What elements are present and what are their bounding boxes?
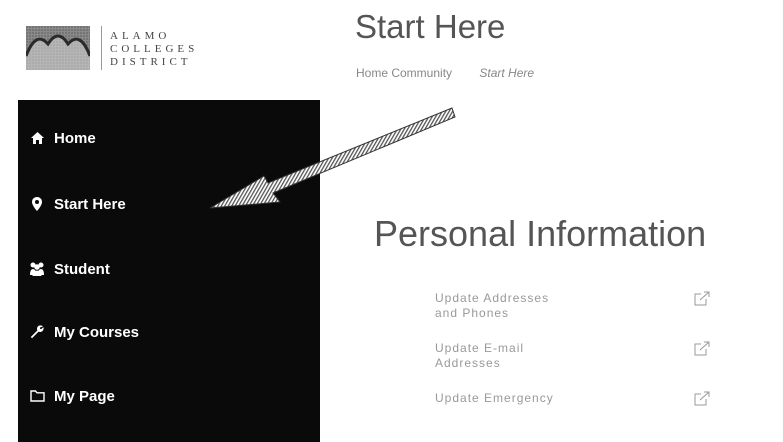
logo-divider	[101, 26, 102, 70]
update-email-link[interactable]: Update E-mail Addresses	[435, 341, 565, 371]
sidebar-item-label: My Courses	[54, 323, 140, 341]
sidebar-item-home[interactable]: Home	[18, 118, 318, 158]
logo-text: ALAMO COLLEGES DISTRICT	[110, 30, 198, 69]
sidebar-item-start-here[interactable]: Start Here	[18, 184, 318, 224]
sidebar-item-label: Home	[54, 129, 96, 147]
external-link-icon[interactable]	[693, 341, 711, 357]
sidebar-item-label: My Page	[54, 387, 115, 405]
external-link-icon[interactable]	[693, 391, 711, 407]
wrench-icon	[26, 325, 48, 339]
breadcrumb-item-start-here: Start Here	[479, 66, 535, 80]
folder-icon	[26, 390, 48, 402]
page-title: Start Here	[355, 8, 506, 45]
list-item: Update Addresses and Phones	[435, 291, 755, 341]
list-item: Update E-mail Addresses	[435, 341, 755, 391]
breadcrumb-item-home-community[interactable]: Home Community	[356, 66, 452, 80]
breadcrumb: Home Community Start Here	[356, 66, 558, 80]
logo-line-2: COLLEGES	[110, 43, 199, 55]
list-item: Update Emergency	[435, 391, 755, 441]
external-link-icon[interactable]	[693, 291, 711, 307]
update-emergency-link[interactable]: Update Emergency	[435, 391, 565, 406]
sidebar-nav: Home Start Here Student My Courses My Pa…	[18, 100, 320, 442]
logo-arch-icon	[26, 26, 90, 70]
alamo-colleges-logo[interactable]: ALAMO COLLEGES DISTRICT	[26, 20, 256, 80]
sidebar-item-label: Start Here	[54, 195, 126, 213]
sidebar-item-my-page[interactable]: My Page	[18, 376, 318, 416]
update-addresses-link[interactable]: Update Addresses and Phones	[435, 291, 565, 321]
map-pin-icon	[26, 197, 48, 211]
sidebar-item-label: Student	[54, 260, 110, 278]
users-icon	[26, 262, 48, 276]
personal-info-links: Update Addresses and Phones Update E-mai…	[435, 291, 755, 441]
home-icon	[26, 132, 48, 144]
logo-line-3: DISTRICT	[110, 56, 192, 68]
sidebar-item-my-courses[interactable]: My Courses	[18, 312, 318, 352]
sidebar-item-student[interactable]: Student	[18, 249, 318, 289]
logo-line-1: ALAMO	[110, 30, 171, 42]
personal-information-heading: Personal Information	[374, 213, 707, 254]
